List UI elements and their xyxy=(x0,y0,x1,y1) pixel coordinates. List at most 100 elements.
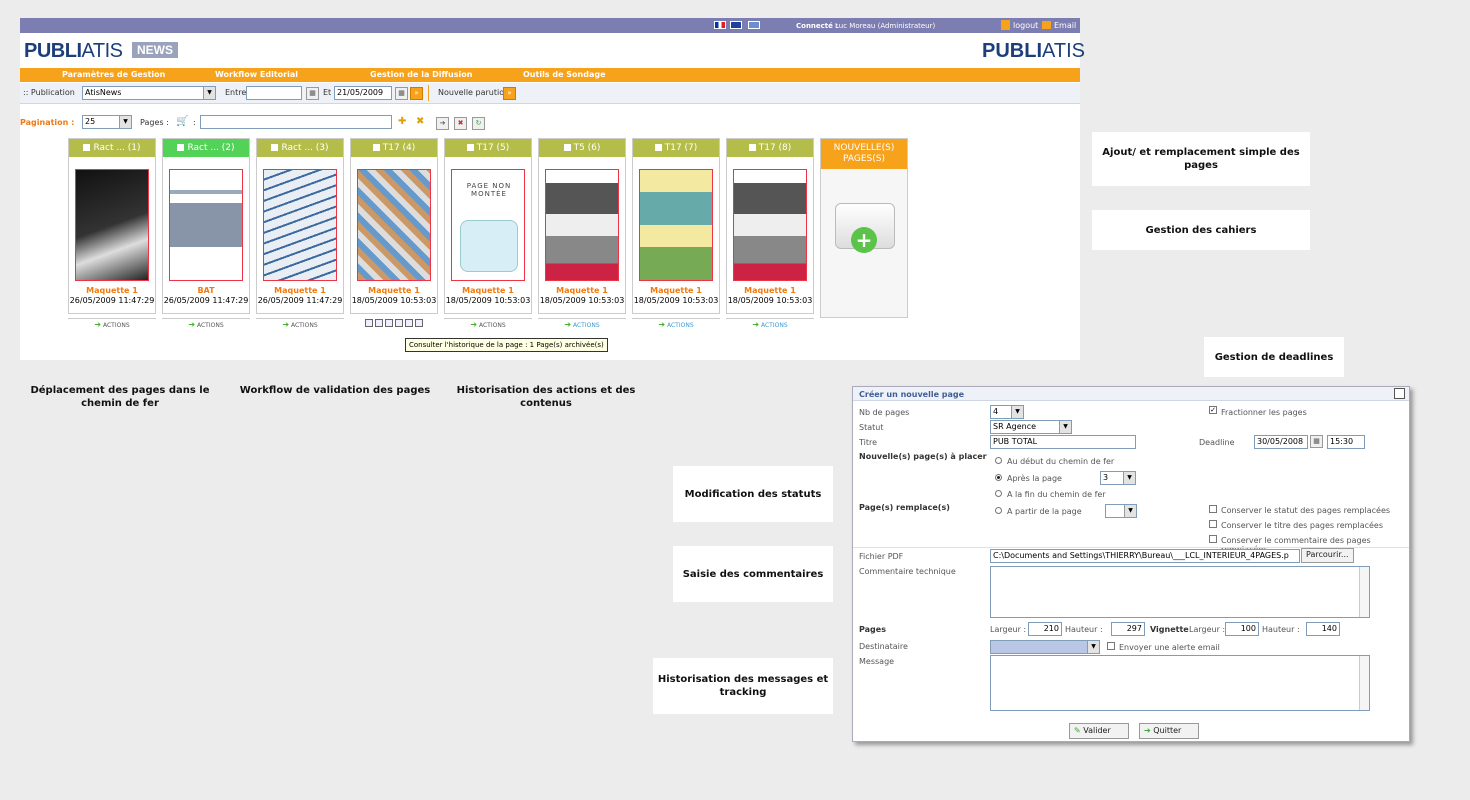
card-header[interactable]: Ract ... (2) xyxy=(163,139,249,157)
page-thumbnail[interactable] xyxy=(263,169,337,281)
history-icon[interactable] xyxy=(385,319,393,327)
page-thumbnail[interactable] xyxy=(639,169,713,281)
french-flag-icon[interactable] xyxy=(714,21,726,29)
largeur-input[interactable]: 210 xyxy=(1028,622,1062,636)
v-largeur-input[interactable]: 100 xyxy=(1225,622,1259,636)
radio-apres[interactable] xyxy=(995,474,1002,481)
scrollbar[interactable] xyxy=(1359,656,1369,710)
checkbox[interactable] xyxy=(563,144,571,151)
statut-select[interactable]: SR Agence ▼ xyxy=(990,420,1072,434)
page-card-7[interactable]: T17 (7) Maquette 1 18/05/2009 10:53:03 xyxy=(632,138,720,314)
cart-add-icon[interactable]: ✚ xyxy=(398,116,406,127)
calendar-icon[interactable]: ▦ xyxy=(1310,435,1323,448)
menu-parametres[interactable]: Paramètres de Gestion xyxy=(62,70,165,79)
scrollbar[interactable] xyxy=(1359,567,1369,617)
calendar-icon[interactable]: ▦ xyxy=(306,87,319,100)
page-card-5[interactable]: T17 (5) PAGE NON MONTÉE Maquette 1 18/05… xyxy=(444,138,532,314)
fractionner-checkbox[interactable]: ✓ xyxy=(1209,406,1217,414)
radio-debut[interactable] xyxy=(995,457,1002,464)
conserver-titre-checkbox[interactable] xyxy=(1209,520,1217,528)
go-icon[interactable]: » xyxy=(410,87,423,100)
parcourir-button[interactable]: Parcourir... xyxy=(1301,548,1354,563)
message-textarea[interactable] xyxy=(990,655,1370,711)
view-icon[interactable] xyxy=(395,319,403,327)
destinataire-select[interactable]: ▼ xyxy=(990,640,1100,654)
calendar-icon[interactable]: ▦ xyxy=(395,87,408,100)
actions-button[interactable]: ➔ ACTIONS xyxy=(632,318,720,329)
refresh-icon[interactable]: ↻ xyxy=(472,117,485,130)
menu-workflow[interactable]: Workflow Editorial xyxy=(215,70,298,79)
card-header[interactable]: Ract ... (1) xyxy=(69,139,155,157)
checkbox[interactable] xyxy=(271,144,279,151)
email-link[interactable]: Email xyxy=(1054,21,1076,30)
page-card-3[interactable]: Ract ... (3) Maquette 1 26/05/2009 11:47… xyxy=(256,138,344,314)
quitter-button[interactable]: ➔ Quitter xyxy=(1139,723,1199,739)
pages-input[interactable] xyxy=(200,115,392,129)
checkbox[interactable] xyxy=(748,144,756,151)
page-card-4[interactable]: T17 (4) Maquette 1 18/05/2009 10:53:03 xyxy=(350,138,438,314)
page-card-1[interactable]: Ract ... (1) Maquette 1 26/05/2009 11:47… xyxy=(68,138,156,314)
logout-icon[interactable] xyxy=(1001,20,1010,30)
page-card-6[interactable]: T5 (6) Maquette 1 18/05/2009 10:53:03 xyxy=(538,138,626,314)
card-header[interactable]: T5 (6) xyxy=(539,139,625,157)
page-thumbnail[interactable] xyxy=(733,169,807,281)
card-header[interactable]: T17 (8) xyxy=(727,139,813,157)
card-header[interactable]: T17 (5) xyxy=(445,139,531,157)
checkbox[interactable] xyxy=(654,144,662,151)
edit-icon[interactable] xyxy=(375,319,383,327)
nouvelle-parution-label[interactable]: Nouvelle parution xyxy=(438,88,509,97)
menu-diffusion[interactable]: Gestion de la Diffusion xyxy=(370,70,472,79)
page-thumbnail[interactable] xyxy=(75,169,149,281)
page-thumbnail[interactable] xyxy=(357,169,431,281)
next-icon[interactable] xyxy=(415,319,423,327)
page-card-8[interactable]: T17 (8) Maquette 1 18/05/2009 10:53:03 xyxy=(726,138,814,314)
card-header[interactable]: T17 (7) xyxy=(633,139,719,157)
publication-select[interactable]: AtisNews ▼ xyxy=(82,86,216,100)
add-parution-icon[interactable]: » xyxy=(503,87,516,100)
actions-button[interactable]: ➔ ACTIONS xyxy=(256,318,344,329)
collapse-icon[interactable] xyxy=(1394,388,1405,399)
card-header[interactable]: Ract ... (3) xyxy=(257,139,343,157)
alerte-checkbox[interactable] xyxy=(1107,642,1115,650)
apres-select[interactable]: 3 ▼ xyxy=(1100,471,1136,485)
radio-partir[interactable] xyxy=(995,507,1002,514)
checkbox[interactable] xyxy=(83,144,91,151)
actions-button[interactable]: ➔ ACTIONS xyxy=(444,318,532,329)
valider-button[interactable]: ✎ Valider xyxy=(1069,723,1129,739)
prev-icon[interactable] xyxy=(365,319,373,327)
menu-sondage[interactable]: Outils de Sondage xyxy=(523,70,606,79)
english-flag-icon[interactable] xyxy=(730,21,742,29)
v-hauteur-input[interactable]: 140 xyxy=(1306,622,1340,636)
card-header[interactable]: T17 (4) xyxy=(351,139,437,157)
nb-pages-select[interactable]: 4 ▼ xyxy=(990,405,1024,419)
deadline-time-input[interactable]: 15:30 xyxy=(1327,435,1365,449)
partir-select[interactable]: ▼ xyxy=(1105,504,1137,518)
commentaire-textarea[interactable] xyxy=(990,566,1370,618)
titre-input[interactable]: PUB TOTAL xyxy=(990,435,1136,449)
page-card-2[interactable]: Ract ... (2) BAT 26/05/2009 11:47:29 xyxy=(162,138,250,314)
pagination-select[interactable]: 25 ▼ xyxy=(82,115,132,129)
date-from-input[interactable] xyxy=(246,86,302,100)
page-thumbnail[interactable] xyxy=(169,169,243,281)
email-icon[interactable] xyxy=(1042,21,1051,29)
deadline-date-input[interactable]: 30/05/2008 xyxy=(1254,435,1308,449)
delete-icon[interactable]: ✖ xyxy=(454,117,467,130)
logout-link[interactable]: logout xyxy=(1013,21,1038,30)
conserver-comment-checkbox[interactable] xyxy=(1209,535,1217,543)
copy-icon[interactable] xyxy=(405,319,413,327)
move-icon[interactable]: ➔ xyxy=(436,117,449,130)
actions-button[interactable]: ➔ ACTIONS xyxy=(162,318,250,329)
pdf-input[interactable]: C:\Documents and Settings\THIERRY\Bureau… xyxy=(990,549,1300,563)
page-thumbnail[interactable] xyxy=(545,169,619,281)
new-pages-header[interactable]: NOUVELLE(S) PAGES(S) xyxy=(821,139,907,169)
add-icon[interactable]: + xyxy=(851,227,877,253)
new-pages-card[interactable]: NOUVELLE(S) PAGES(S) + xyxy=(820,138,908,318)
cart-icon[interactable]: 🛒 xyxy=(176,116,188,127)
checkbox[interactable] xyxy=(372,144,380,151)
checkbox[interactable] xyxy=(177,144,185,151)
radio-fin[interactable] xyxy=(995,490,1002,497)
actions-button[interactable]: ➔ ACTIONS xyxy=(68,318,156,329)
actions-button[interactable]: ➔ ACTIONS xyxy=(538,318,626,329)
checkbox[interactable] xyxy=(466,144,474,151)
page-thumbnail-blank[interactable]: PAGE NON MONTÉE xyxy=(451,169,525,281)
